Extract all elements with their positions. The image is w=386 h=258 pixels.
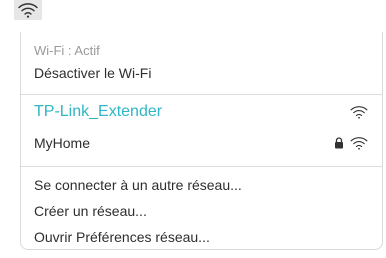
lock-icon xyxy=(335,137,343,149)
wifi-status-text: Wi-Fi : Actif xyxy=(34,43,100,58)
disable-wifi-label: Désactiver le Wi-Fi xyxy=(34,65,152,81)
wifi-icon xyxy=(350,106,368,119)
create-network-label: Créer un réseau... xyxy=(34,203,147,219)
network-name: MyHome xyxy=(34,135,91,151)
open-network-preferences-item[interactable]: Ouvrir Préférences réseau... xyxy=(21,229,382,245)
network-item-tp-link-extender[interactable]: TP-Link_Extender xyxy=(21,103,382,121)
disable-wifi-item[interactable]: Désactiver le Wi-Fi xyxy=(21,65,382,81)
network-item-myhome[interactable]: MyHome xyxy=(21,135,382,151)
wifi-icon xyxy=(18,3,38,18)
join-other-network-item[interactable]: Se connecter à un autre réseau... xyxy=(21,177,382,193)
separator xyxy=(21,94,382,95)
wifi-status-label: Wi-Fi : Actif xyxy=(21,43,382,58)
separator xyxy=(21,166,382,167)
wifi-icon xyxy=(350,137,368,150)
menubar-wifi-button[interactable] xyxy=(14,0,42,20)
join-other-network-label: Se connecter à un autre réseau... xyxy=(34,177,242,193)
create-network-item[interactable]: Créer un réseau... xyxy=(21,203,382,219)
network-name: TP-Link_Extender xyxy=(34,103,163,120)
open-network-preferences-label: Ouvrir Préférences réseau... xyxy=(34,229,210,245)
wifi-menu: Wi-Fi : Actif Désactiver le Wi-Fi TP-Lin… xyxy=(20,32,383,250)
